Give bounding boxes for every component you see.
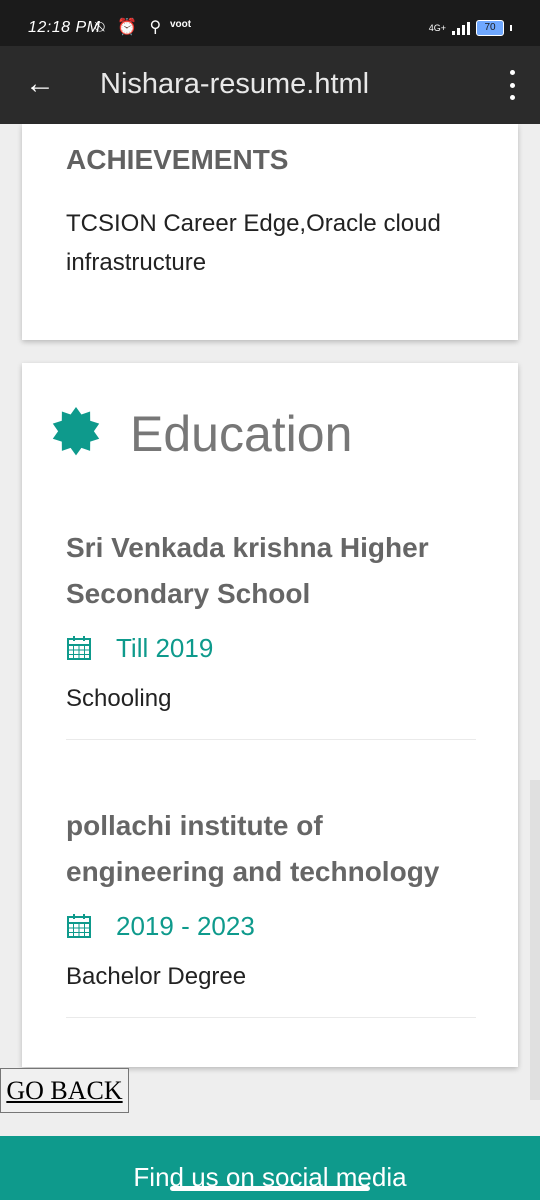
education-description: Schooling xyxy=(66,685,172,712)
achievements-card: ACHIEVEMENTS TCSION Career Edge,Oracle c… xyxy=(22,124,518,340)
app-bar: ← Nishara-resume.html xyxy=(0,46,540,124)
calendar-icon xyxy=(67,914,91,938)
home-indicator[interactable] xyxy=(170,1186,370,1191)
date-row: Till 2019 xyxy=(66,631,476,665)
status-bar: 12:18 PM ⍉ ⏰ ⚲ voot 4G+ 70 xyxy=(0,0,540,46)
school-name: pollachi institute of engineering and te… xyxy=(66,810,440,887)
back-arrow-icon[interactable]: ← xyxy=(22,66,58,102)
status-icons: ⍉ ⏰ ⚲ xyxy=(95,17,165,37)
achievements-text: TCSION Career Edge,Oracle cloud infrastr… xyxy=(66,210,441,276)
date-row: 2019 - 2023 xyxy=(66,909,476,943)
education-date: Till 2019 xyxy=(116,632,214,663)
go-back-button[interactable]: GO BACK xyxy=(0,1068,129,1113)
education-entry: pollachi institute of engineering and te… xyxy=(66,803,476,1018)
status-right: 4G+ 70 xyxy=(429,20,512,36)
status-time: 12:18 PM xyxy=(28,19,101,36)
battery-icon: 70 xyxy=(476,20,504,36)
education-entry: Sri Venkada krishna Higher Secondary Sch… xyxy=(66,525,476,740)
calendar-icon xyxy=(67,636,91,660)
alarm-icon: ⏰ xyxy=(117,19,141,36)
network-type: 4G+ xyxy=(428,23,446,33)
status-app-label: voot xyxy=(170,19,192,30)
overflow-menu-icon[interactable] xyxy=(502,70,522,100)
scrollbar[interactable] xyxy=(530,780,540,1100)
education-description: Bachelor Degree xyxy=(66,963,247,990)
school-name: Sri Venkada krishna Higher Secondary Sch… xyxy=(66,532,429,609)
education-card: Education Sri Venkada krishna Higher Sec… xyxy=(22,363,518,1067)
battery-tip xyxy=(510,25,512,31)
running-icon: ⚲ xyxy=(149,19,166,36)
achievements-heading: ACHIEVEMENTS xyxy=(66,144,289,175)
divider xyxy=(66,739,476,740)
muted-notification-icon: ⍉ xyxy=(95,19,109,36)
education-date: 2019 - 2023 xyxy=(116,910,255,941)
badge-icon xyxy=(52,407,100,456)
divider xyxy=(66,1017,476,1018)
education-title: Education xyxy=(130,406,353,462)
signal-icon xyxy=(452,21,470,35)
page-title: Nishara-resume.html xyxy=(100,68,370,100)
